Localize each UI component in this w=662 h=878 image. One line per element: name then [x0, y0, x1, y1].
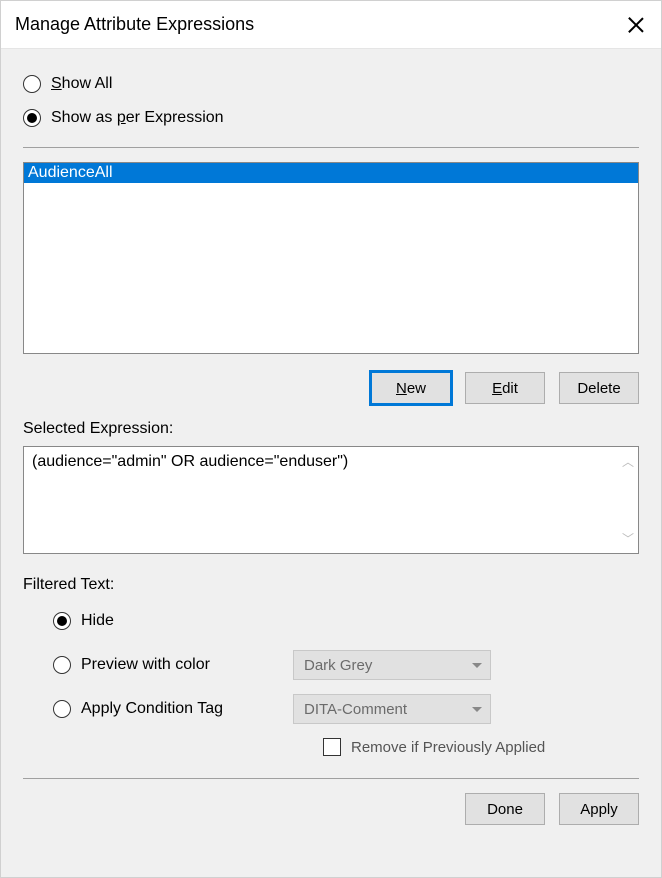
radio-icon	[23, 109, 41, 127]
apply-tag-label: Apply Condition Tag	[81, 700, 223, 718]
selected-expression-text[interactable]: (audience="admin" OR audience="enduser")	[24, 447, 618, 553]
new-button[interactable]: New	[371, 372, 451, 404]
show-per-expression-radio[interactable]: Show as per Expression	[23, 109, 639, 127]
divider	[23, 147, 639, 148]
preview-color-dropdown[interactable]: Dark Grey	[293, 650, 491, 680]
preview-with-color-radio[interactable]: Preview with color	[53, 656, 293, 674]
selected-expression-label: Selected Expression:	[23, 420, 639, 438]
titlebar: Manage Attribute Expressions	[1, 1, 661, 49]
footer-buttons: Done Apply	[23, 793, 639, 825]
dialog-content: Show All Show as per Expression Audience…	[1, 49, 661, 877]
selected-expression-field[interactable]: (audience="admin" OR audience="enduser")…	[23, 446, 639, 554]
filtered-text-options: Hide Preview with color Dark Grey	[53, 604, 639, 756]
divider	[23, 778, 639, 779]
dialog-title: Manage Attribute Expressions	[15, 14, 254, 35]
remove-if-previously-applied-checkbox[interactable]: Remove if Previously Applied	[323, 738, 639, 756]
expressions-listbox[interactable]: AudienceAll	[23, 162, 639, 354]
radio-icon	[23, 75, 41, 93]
remove-prev-label: Remove if Previously Applied	[351, 739, 545, 756]
preview-label: Preview with color	[81, 656, 210, 674]
radio-icon	[53, 656, 71, 674]
done-button[interactable]: Done	[465, 793, 545, 825]
hide-radio[interactable]: Hide	[53, 612, 293, 630]
close-icon[interactable]	[627, 16, 645, 34]
chevron-down-icon	[472, 707, 482, 712]
delete-button[interactable]: Delete	[559, 372, 639, 404]
chevron-up-icon[interactable]: ︿	[622, 453, 634, 470]
scrollbar[interactable]: ︿ ﹀	[618, 447, 638, 553]
apply-button[interactable]: Apply	[559, 793, 639, 825]
radio-icon	[53, 612, 71, 630]
list-buttons-row: New Edit Delete	[23, 372, 639, 404]
preview-color-value: Dark Grey	[304, 657, 372, 674]
filtered-text-section: Filtered Text: Hide Preview with color D…	[23, 576, 639, 756]
filtered-text-label: Filtered Text:	[23, 576, 639, 594]
list-item[interactable]: AudienceAll	[24, 163, 638, 183]
condition-tag-dropdown[interactable]: DITA-Comment	[293, 694, 491, 724]
show-all-radio[interactable]: Show All	[23, 75, 639, 93]
show-all-label: Show All	[51, 75, 112, 93]
manage-attribute-expressions-dialog: Manage Attribute Expressions Show All Sh…	[0, 0, 662, 878]
condition-tag-value: DITA-Comment	[304, 701, 407, 718]
radio-icon	[53, 700, 71, 718]
hide-label: Hide	[81, 612, 114, 630]
show-per-expression-label: Show as per Expression	[51, 109, 224, 127]
edit-button[interactable]: Edit	[465, 372, 545, 404]
chevron-down-icon[interactable]: ﹀	[622, 530, 634, 547]
chevron-down-icon	[472, 663, 482, 668]
checkbox-icon	[323, 738, 341, 756]
apply-condition-tag-radio[interactable]: Apply Condition Tag	[53, 700, 293, 718]
